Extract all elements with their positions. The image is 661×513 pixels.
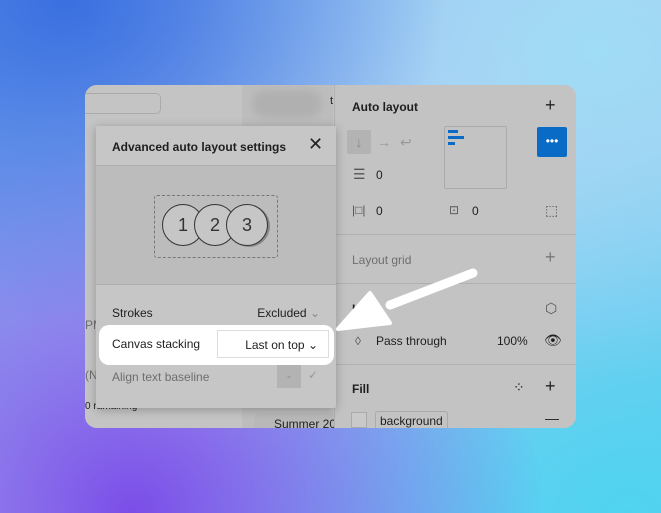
advanced-settings-button[interactable]: ••• <box>537 127 567 157</box>
styles-icon[interactable]: ⁘ <box>513 380 525 394</box>
component-icon[interactable]: ⬡ <box>545 301 557 315</box>
chip-label: Summer 20 <box>274 417 337 428</box>
add-icon[interactable]: + <box>545 377 556 395</box>
chevron-down-icon: ⌄ <box>309 306 320 320</box>
check-icon: ✓ <box>308 368 319 382</box>
padding-v-value[interactable]: 0 <box>472 204 479 218</box>
dialog-title: Advanced auto layout settings <box>112 140 287 154</box>
canvas-stacking-value: Last on top <box>245 338 305 352</box>
align-baseline-label: Align text baseline <box>112 370 210 384</box>
blurred-thumbnail <box>252 90 322 118</box>
fill-swatch[interactable] <box>351 412 367 428</box>
add-icon[interactable]: + <box>545 96 556 114</box>
search-input[interactable] <box>85 93 161 114</box>
properties-panel: Auto layout + ↓ → ↩ ••• ☰ 0 |□| 0 ⊡ 0 ⬚ … <box>334 85 576 428</box>
stacking-preview: 1 2 3 <box>96 166 336 284</box>
remove-icon[interactable]: — <box>545 411 559 425</box>
fragment: t <box>330 95 334 107</box>
advanced-settings-dialog: Advanced auto layout settings ✕ 1 2 3 St… <box>96 126 336 408</box>
add-icon[interactable]: + <box>545 248 556 266</box>
padding-vertical-icon: ⊡ <box>449 203 460 217</box>
align-baseline-checkbox[interactable]: - <box>277 364 301 388</box>
arrow-right-icon[interactable]: → <box>377 135 391 149</box>
padding-h-value[interactable]: 0 <box>376 204 383 218</box>
fill-title: Fill <box>352 382 370 396</box>
independent-padding-icon[interactable]: ⬚ <box>545 203 558 217</box>
wrap-icon[interactable]: ↩ <box>400 135 412 149</box>
padding-horizontal-icon: |□| <box>352 203 366 217</box>
summer-chip[interactable]: Summer 20 <box>254 413 344 428</box>
fill-style-chip[interactable]: background <box>375 411 448 428</box>
preview-circle: 3 <box>226 204 268 246</box>
strokes-value: Excluded <box>257 306 307 320</box>
alignment-grid[interactable] <box>444 126 507 189</box>
spacing-icon: ☰ <box>353 166 366 182</box>
strokes-label: Strokes <box>112 306 153 320</box>
opacity-value[interactable]: 100% <box>497 334 528 348</box>
strokes-select[interactable]: Excluded ⌄ <box>257 306 320 320</box>
eye-icon[interactable]: 👁 <box>544 333 562 347</box>
chevron-down-icon: ⌄ <box>307 338 318 352</box>
canvas-stacking-label: Canvas stacking <box>112 337 201 351</box>
spacing-value[interactable]: 0 <box>376 168 383 182</box>
pointer-arrow-icon <box>336 268 478 331</box>
auto-layout-title: Auto layout <box>352 100 418 114</box>
close-icon[interactable]: ✕ <box>308 135 323 153</box>
direction-vertical-button[interactable]: ↓ <box>347 130 371 154</box>
canvas-stacking-select[interactable]: Last on top ⌄ <box>217 330 329 358</box>
